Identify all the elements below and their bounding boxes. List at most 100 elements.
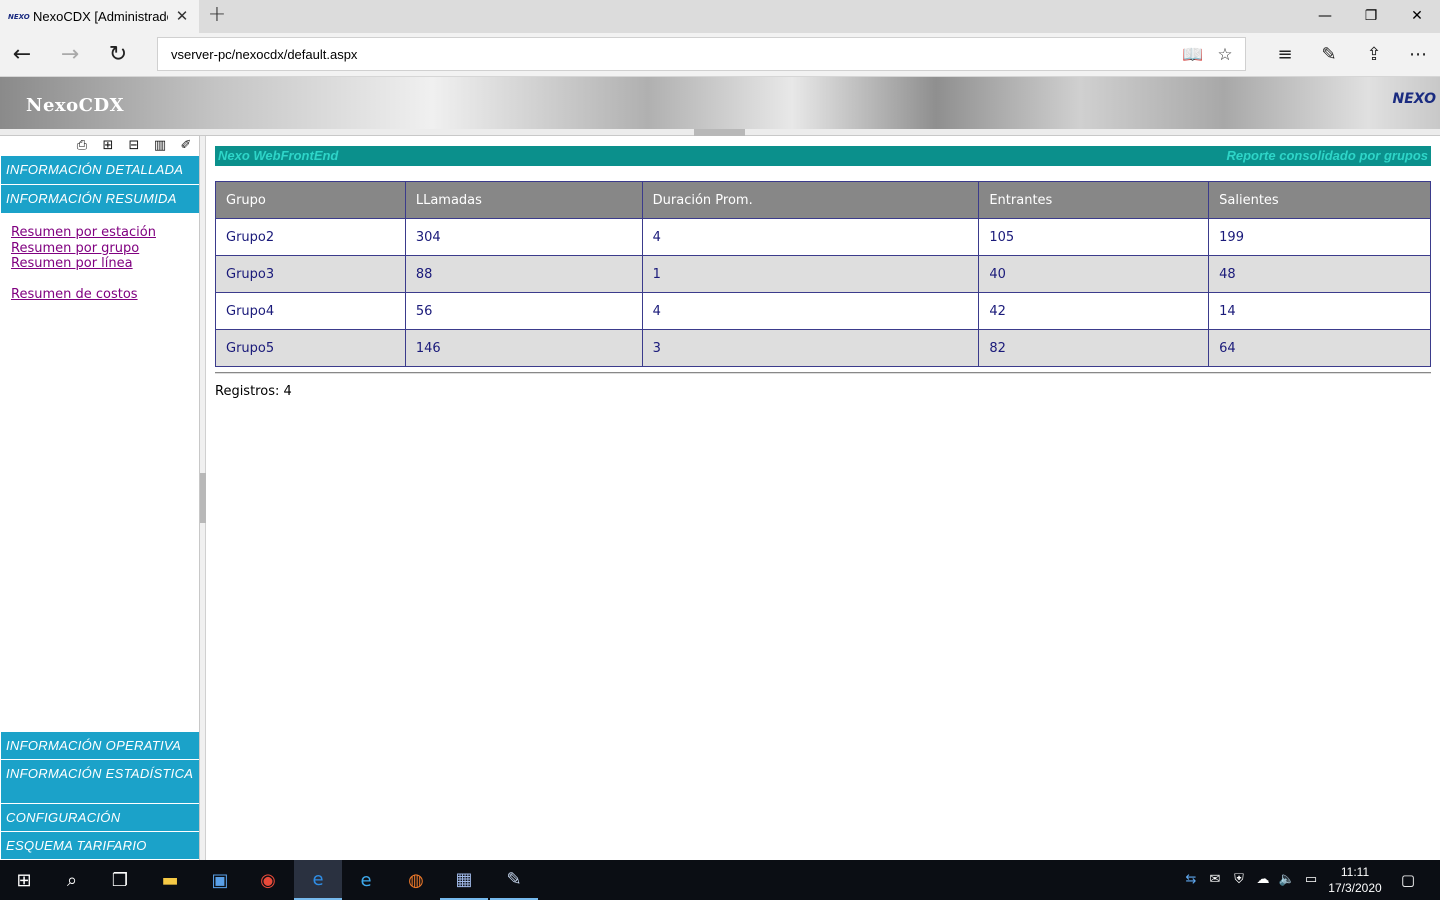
cell-salientes: 14 xyxy=(1208,292,1431,330)
cell-entrantes: 40 xyxy=(978,255,1210,293)
chrome-icon[interactable]: ◉ xyxy=(244,860,292,900)
link-spacer xyxy=(11,272,156,287)
cell-salientes: 48 xyxy=(1208,255,1431,293)
left-toolbar: ⎙ ⊞ ⊟ ▥ ✐ xyxy=(0,136,200,156)
edge-icon[interactable]: e xyxy=(294,860,342,900)
teamviewer-icon[interactable]: ⇆ xyxy=(1181,871,1201,889)
onedrive-icon[interactable]: ☁ xyxy=(1253,871,1273,889)
reading-view-icon[interactable]: 📖 xyxy=(1182,44,1204,66)
more-options-icon[interactable]: ⋯ xyxy=(1402,39,1434,71)
submenu-links: Resumen por estación Resumen por grupo R… xyxy=(11,225,156,302)
volume-icon[interactable]: 🔈 xyxy=(1277,871,1297,889)
link-resumen-costos[interactable]: Resumen de costos xyxy=(11,287,156,303)
clock-time: 11:11 xyxy=(1340,865,1370,879)
remote-desktop-icon[interactable]: ▦ xyxy=(440,860,488,900)
browser-titlebar: NEXO NexoCDX [Administrado ✕ + — ❐ ✕ xyxy=(0,0,1440,33)
header-duracion[interactable]: Duración Prom. xyxy=(641,181,980,219)
app-window-icon[interactable]: ▣ xyxy=(196,860,244,900)
banner-report-title: Reporte consolidado por grupos xyxy=(1226,148,1428,163)
cell-entrantes: 105 xyxy=(978,218,1210,256)
restore-button[interactable]: ❐ xyxy=(1348,0,1394,33)
new-tab-button[interactable]: + xyxy=(205,4,229,28)
paint-icon[interactable]: ✎ xyxy=(490,860,538,900)
cell-duracion: 4 xyxy=(641,292,980,330)
app-title: NexoCDX xyxy=(26,95,125,116)
security-shield-icon[interactable]: ⛨ xyxy=(1229,871,1249,889)
table-row: Grupo4 56 4 42 14 xyxy=(215,292,1431,330)
address-toolbar: ← → ↻ vserver-pc/nexocdx/default.aspx 📖 … xyxy=(0,33,1440,77)
table-header-row: Grupo LLamadas Duración Prom. Entrantes … xyxy=(215,181,1431,219)
tab-close-icon[interactable]: ✕ xyxy=(173,7,191,25)
nexo-favicon-icon: NEXO xyxy=(8,12,30,21)
menu-configuracion[interactable]: CONFIGURACIÓN xyxy=(1,804,199,832)
url-text: vserver-pc/nexocdx/default.aspx xyxy=(171,47,358,62)
report-table: Grupo LLamadas Duración Prom. Entrantes … xyxy=(215,181,1431,367)
header-salientes[interactable]: Salientes xyxy=(1208,181,1431,219)
cell-duracion: 4 xyxy=(641,218,980,256)
file-explorer-icon[interactable]: ▬ xyxy=(146,860,194,900)
cell-entrantes: 82 xyxy=(978,329,1210,367)
link-resumen-estacion[interactable]: Resumen por estación xyxy=(11,225,156,241)
menu-informacion-estadistica[interactable]: INFORMACIÓN ESTADÍSTICA xyxy=(1,760,199,804)
table-row: Grupo3 88 1 40 48 xyxy=(215,255,1431,293)
windows-taskbar: ⊞ ⌕ ❐ ▬ ▣ ◉ e e ◍ ▦ ✎ ⇆ ✉ ⛨ ☁ 🔈 ▭ 11:11 … xyxy=(0,860,1440,900)
horizontal-rule xyxy=(215,372,1431,374)
menu-informacion-resumida[interactable]: INFORMACIÓN RESUMIDA xyxy=(1,185,199,214)
main-content-frame: Nexo WebFrontEnd Reporte consolidado por… xyxy=(207,136,1440,860)
refresh-icon[interactable]: ↻ xyxy=(102,39,134,71)
expand-rows-icon[interactable]: ⊟ xyxy=(123,137,145,155)
header-llamadas[interactable]: LLamadas xyxy=(404,181,643,219)
menu-esquema-tarifario[interactable]: ESQUEMA TARIFARIO xyxy=(1,832,199,860)
close-window-button[interactable]: ✕ xyxy=(1394,0,1440,33)
cell-llamadas: 146 xyxy=(404,329,643,367)
web-note-icon[interactable]: ✎ xyxy=(1313,39,1345,71)
cell-duracion: 3 xyxy=(641,329,980,367)
link-resumen-grupo[interactable]: Resumen por grupo xyxy=(11,241,156,257)
forward-arrow-icon[interactable]: → xyxy=(54,39,86,71)
print-icon[interactable]: ⎙ xyxy=(71,137,93,155)
cell-salientes: 199 xyxy=(1208,218,1431,256)
header-entrantes[interactable]: Entrantes xyxy=(978,181,1210,219)
report-banner: Nexo WebFrontEnd Reporte consolidado por… xyxy=(215,146,1431,166)
header-grupo[interactable]: Grupo xyxy=(215,181,406,219)
firefox-icon[interactable]: ◍ xyxy=(392,860,440,900)
splitter-grip[interactable] xyxy=(200,473,206,523)
menu-informacion-detallada[interactable]: INFORMACIÓN DETALLADA xyxy=(1,156,199,185)
mail-icon[interactable]: ✉ xyxy=(1205,871,1225,889)
favorite-star-icon[interactable]: ☆ xyxy=(1214,44,1236,66)
menu-informacion-operativa[interactable]: INFORMACIÓN OPERATIVA xyxy=(1,732,199,760)
app-header: NexoCDX NEXO xyxy=(0,77,1440,129)
minimize-button[interactable]: — xyxy=(1302,0,1348,33)
search-icon[interactable]: ⌕ xyxy=(48,860,96,900)
cell-grupo: Grupo4 xyxy=(215,292,406,330)
windows-start-icon[interactable]: ⊞ xyxy=(0,860,48,900)
url-field[interactable]: vserver-pc/nexocdx/default.aspx 📖 ☆ xyxy=(157,37,1246,71)
cell-grupo: Grupo3 xyxy=(215,255,406,293)
books-icon[interactable]: ▥ xyxy=(149,137,171,155)
task-view-icon[interactable]: ❐ xyxy=(96,860,144,900)
hub-icon[interactable]: ≡ xyxy=(1269,39,1301,71)
cell-salientes: 64 xyxy=(1208,329,1431,367)
link-resumen-linea[interactable]: Resumen por línea xyxy=(11,256,156,272)
internet-explorer-icon[interactable]: e xyxy=(342,860,390,900)
browser-tab[interactable]: NEXO NexoCDX [Administrado ✕ xyxy=(0,0,199,33)
cell-grupo: Grupo5 xyxy=(215,329,406,367)
network-icon[interactable]: ▭ xyxy=(1301,871,1321,889)
table-row: Grupo5 146 3 82 64 xyxy=(215,329,1431,367)
notifications-icon[interactable]: ▢ xyxy=(1398,871,1418,889)
expand-columns-icon[interactable]: ⊞ xyxy=(97,137,119,155)
back-arrow-icon[interactable]: ← xyxy=(6,39,38,71)
clock-date: 17/3/2020 xyxy=(1328,881,1382,895)
table-row: Grupo2 304 4 105 199 xyxy=(215,218,1431,256)
header-frame-grip[interactable] xyxy=(694,129,745,136)
left-navigation-frame: ⎙ ⊞ ⊟ ▥ ✐ INFORMACIÓN DETALLADA INFORMAC… xyxy=(0,136,200,860)
taskbar-clock[interactable]: 11:11 17/3/2020 xyxy=(1322,864,1388,896)
share-icon[interactable]: ⇪ xyxy=(1358,39,1390,71)
record-count: Registros: 4 xyxy=(215,384,292,399)
cell-duracion: 1 xyxy=(641,255,980,293)
notes-icon[interactable]: ✐ xyxy=(175,137,197,155)
banner-app-name: Nexo WebFrontEnd xyxy=(218,148,339,163)
cell-llamadas: 88 xyxy=(404,255,643,293)
cell-llamadas: 304 xyxy=(404,218,643,256)
cell-entrantes: 42 xyxy=(978,292,1210,330)
